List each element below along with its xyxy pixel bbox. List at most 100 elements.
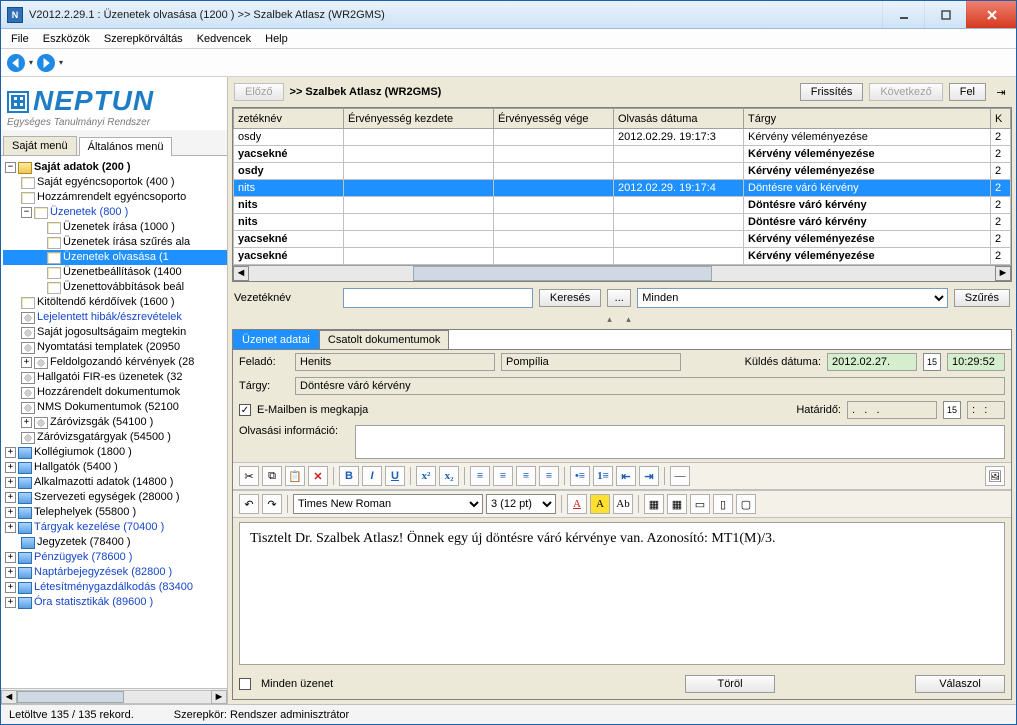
expander-icon[interactable]: + [5, 522, 16, 533]
expander-icon[interactable]: + [5, 567, 16, 578]
col-valid-to[interactable]: Érvényesség vége [494, 109, 614, 129]
tab-message-data[interactable]: Üzenet adatai [233, 330, 319, 349]
delete-button[interactable]: Töröl [685, 675, 775, 693]
tree-item[interactable]: Telephelyek (55800 ) [34, 505, 136, 520]
table-row[interactable]: yacseknéKérvény véleményezése2 [234, 146, 1011, 163]
tab-general-menu[interactable]: Általános menü [79, 137, 173, 156]
row-icon[interactable]: ▭ [690, 494, 710, 514]
tree-item[interactable]: Szervezeti egységek (28000 ) [34, 490, 180, 505]
expander-icon[interactable]: + [5, 597, 16, 608]
expander-icon[interactable]: + [21, 417, 32, 428]
table-row[interactable]: yacseknéKérvény véleményezése2 [234, 231, 1011, 248]
sent-time-field[interactable] [947, 353, 1005, 371]
tree-item[interactable]: Kitöltendő kérdőívek (1600 ) [37, 295, 175, 310]
all-messages-checkbox[interactable] [239, 678, 251, 690]
underline-icon[interactable]: U [385, 466, 405, 486]
up-button[interactable]: Fel [949, 83, 986, 101]
superscript-icon[interactable]: x² [416, 466, 436, 486]
table-icon[interactable]: ▦ [644, 494, 664, 514]
tree-item[interactable]: Üzenetek írása szűrés ala [63, 235, 190, 250]
tree-item[interactable]: Saját jogosultságaim megtekin [37, 325, 186, 340]
align-right-icon[interactable]: ≡ [516, 466, 536, 486]
expander-icon[interactable]: + [5, 477, 16, 488]
prev-button[interactable]: Előző [234, 83, 284, 101]
expander-icon[interactable]: + [5, 492, 16, 503]
expander-icon[interactable]: − [5, 162, 16, 173]
font-color-icon[interactable]: A [567, 494, 587, 514]
nav-back-dropdown[interactable]: ▾ [29, 58, 33, 67]
tree-item[interactable]: Üzenetbeállítások (1400 [63, 265, 182, 280]
tree-item[interactable]: Kollégiumok (1800 ) [34, 445, 132, 460]
tree-item[interactable]: Létesítménygazdálkodás (83400 [34, 580, 193, 595]
highlight-icon[interactable]: A [590, 494, 610, 514]
tree-item[interactable]: NMS Dokumentumok (52100 [37, 400, 179, 415]
hr-icon[interactable]: — [670, 466, 690, 486]
expander-icon[interactable]: + [5, 462, 16, 473]
refresh-button[interactable]: Frissítés [800, 83, 864, 101]
tree-item[interactable]: Lejelentett hibák/észrevételek [37, 310, 182, 325]
expander-icon[interactable]: − [21, 207, 32, 218]
tree-item[interactable]: Hallgatók (5400 ) [34, 460, 118, 475]
italic-icon[interactable]: I [362, 466, 382, 486]
indent-icon[interactable]: ⇥ [639, 466, 659, 486]
table-row[interactable]: yacseknéKérvény véleményezése2 [234, 248, 1011, 265]
cut-icon[interactable]: ✂ [239, 466, 259, 486]
tree-item[interactable]: Hallgatói FIR-es üzenetek (32 [37, 370, 183, 385]
calendar-icon[interactable]: 15 [923, 353, 941, 371]
nav-tree[interactable]: − Saját adatok (200 ) Saját egyéncsoporto… [1, 156, 227, 688]
col-valid-from[interactable]: Érvényesség kezdete [344, 109, 494, 129]
tree-scrollbar[interactable]: ◄ ► [1, 688, 227, 704]
table-row[interactable]: nitsDöntésre váró kérvény2 [234, 197, 1011, 214]
paste-icon[interactable]: 📋 [285, 466, 305, 486]
clear-format-icon[interactable]: Ab [613, 494, 633, 514]
subject-field[interactable] [295, 377, 1005, 395]
tree-item[interactable]: Záróvizsgatárgyak (54500 ) [37, 430, 171, 445]
calendar-icon[interactable]: 15 [943, 401, 961, 419]
tree-item[interactable]: Tárgyak kezelése (70400 ) [34, 520, 164, 535]
scroll-right-icon[interactable]: ► [995, 266, 1011, 281]
tree-item[interactable]: Üzenetek (800 ) [50, 205, 128, 220]
col-subject[interactable]: Tárgy [744, 109, 991, 129]
tree-item[interactable]: Üzenettovábbítások beál [63, 280, 184, 295]
tree-item[interactable]: Hozzárendelt dokumentumok [37, 385, 180, 400]
list-bullet-icon[interactable]: •≡ [570, 466, 590, 486]
grid-header[interactable]: zetéknév Érvényesség kezdete Érvényesség… [234, 109, 1011, 129]
tree-item[interactable]: Nyomtatási templatek (20950 [37, 340, 180, 355]
table-row[interactable]: osdyKérvény véleményezése2 [234, 163, 1011, 180]
expander-icon[interactable]: + [5, 507, 16, 518]
nav-forward-button[interactable] [37, 54, 55, 72]
filter-select[interactable]: Minden [637, 288, 948, 308]
scroll-thumb[interactable] [17, 691, 124, 703]
readinfo-field[interactable] [355, 425, 1005, 459]
menu-tools[interactable]: Eszközök [37, 31, 96, 47]
menu-favorites[interactable]: Kedvencek [191, 31, 257, 47]
align-justify-icon[interactable]: ≡ [539, 466, 559, 486]
col-lastname[interactable]: zetéknév [234, 109, 344, 129]
delete-icon[interactable]: ✕ [308, 466, 328, 486]
deadline-time-field[interactable] [967, 401, 1005, 419]
search-input[interactable] [343, 288, 533, 308]
tree-item[interactable]: Alkalmazotti adatok (14800 ) [34, 475, 173, 490]
search-more-button[interactable]: ... [607, 289, 631, 307]
email-checkbox[interactable]: ✓ [239, 404, 251, 416]
image-icon[interactable]: 🖼 [985, 466, 1005, 486]
table-row[interactable]: osdy2012.02.29. 19:17:3Kérvény véleménye… [234, 129, 1011, 146]
tree-item[interactable]: Naptárbejegyzések (82800 ) [34, 565, 172, 580]
align-left-icon[interactable]: ≡ [470, 466, 490, 486]
tree-item[interactable]: Jegyzetek (78400 ) [37, 535, 131, 550]
tab-own-menu[interactable]: Saját menü [3, 136, 77, 155]
scroll-left-icon[interactable]: ◄ [233, 266, 249, 281]
deadline-date-field[interactable] [847, 401, 937, 419]
tree-root[interactable]: Saját adatok (200 ) [34, 160, 131, 175]
scroll-right-icon[interactable]: ► [211, 690, 227, 704]
expander-icon[interactable]: + [21, 357, 32, 368]
expander-icon[interactable]: + [5, 582, 16, 593]
reply-button[interactable]: Válaszol [915, 675, 1005, 693]
tree-item[interactable]: Saját egyéncsoportok (400 ) [37, 175, 175, 190]
copy-icon[interactable]: ⧉ [262, 466, 282, 486]
menu-help[interactable]: Help [259, 31, 294, 47]
scroll-left-icon[interactable]: ◄ [1, 690, 17, 704]
tree-item-selected[interactable]: Üzenetek olvasása (1 [63, 250, 169, 265]
menu-role[interactable]: Szerepkörváltás [98, 31, 189, 47]
col-read-date[interactable]: Olvasás dátuma [614, 109, 744, 129]
